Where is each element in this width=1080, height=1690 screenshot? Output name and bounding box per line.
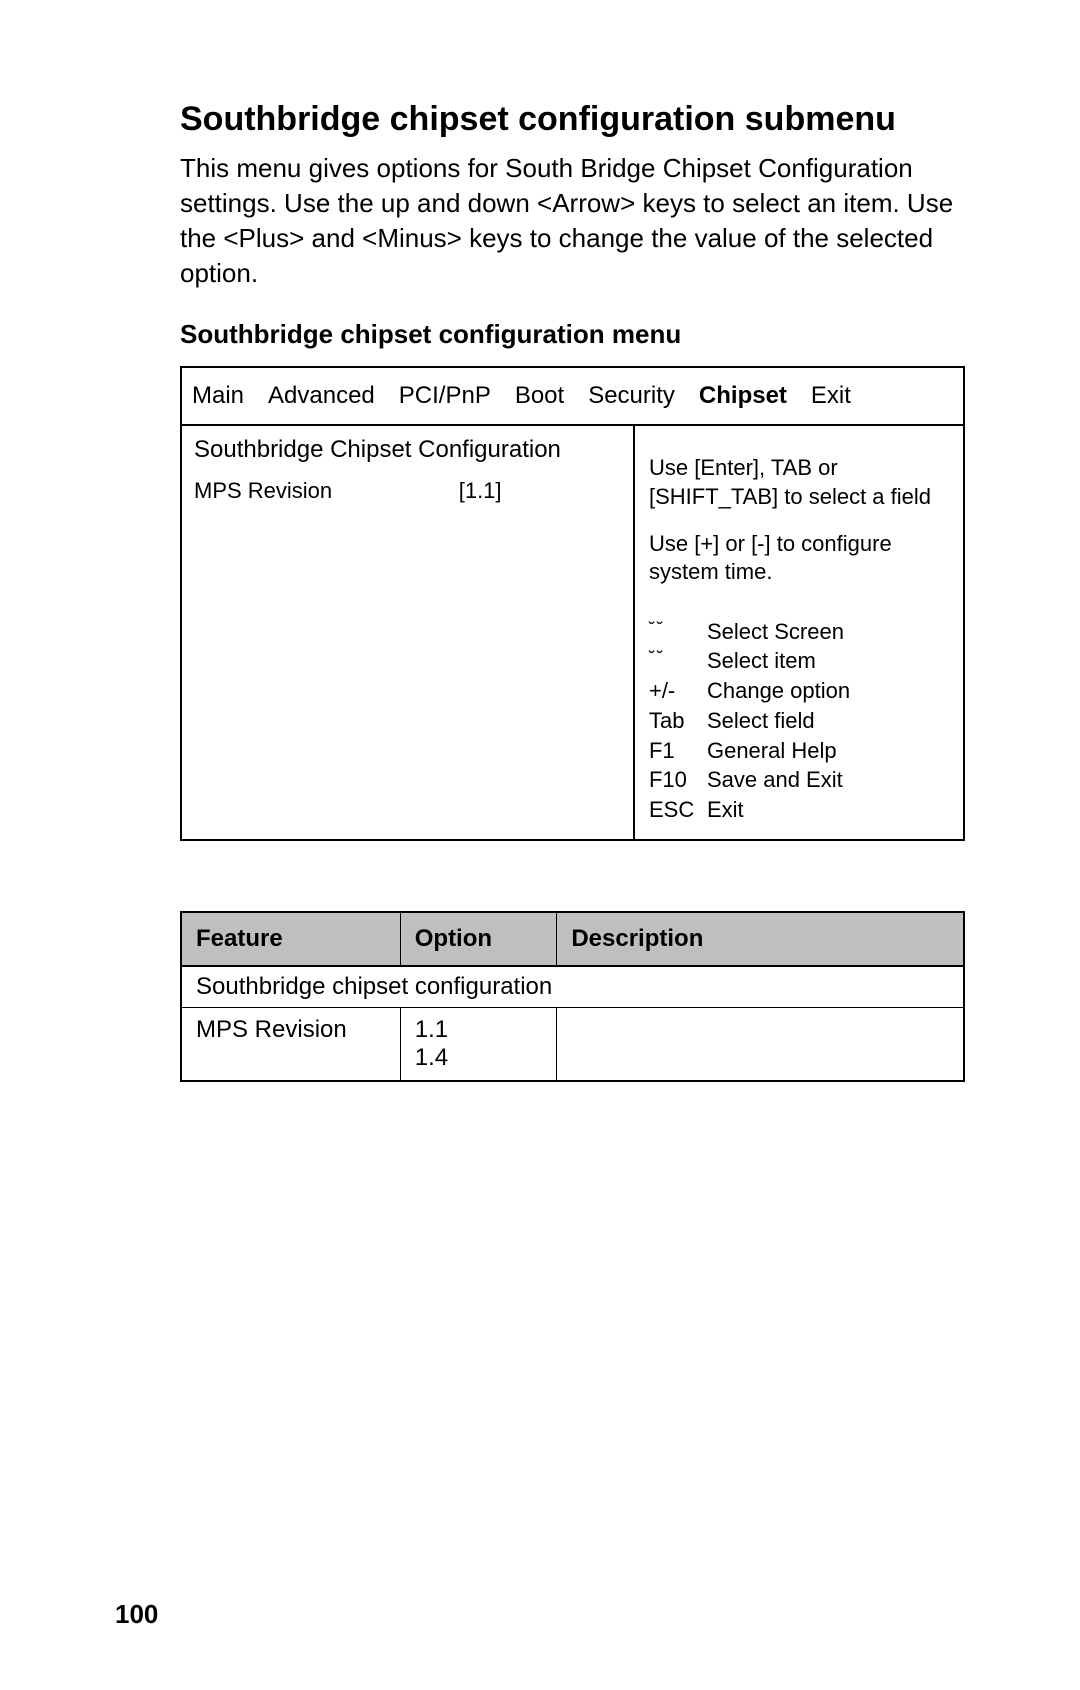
- bios-help-text-1: Use [Enter], TAB or [SHIFT_TAB] to selec…: [649, 454, 949, 511]
- table-group-row: Southbridge chipset configuration: [181, 966, 964, 1008]
- table-cell-description: [557, 1007, 964, 1081]
- section-heading: Southbridge chipset configuration submen…: [180, 100, 965, 139]
- bios-screenshot-box: Main Advanced PCI/PnP Boot Security Chip…: [180, 366, 965, 840]
- bios-left-panel: Southbridge Chipset Configuration MPS Re…: [182, 426, 635, 838]
- intro-paragraph: This menu gives options for South Bridge…: [180, 151, 965, 291]
- table-cell-option: 1.1 1.4: [400, 1007, 557, 1081]
- bios-key-help: ˘˘Select Screen ˘˘Select item +/-Change …: [649, 617, 949, 825]
- page-number: 100: [115, 1599, 158, 1630]
- table-header-feature: Feature: [181, 912, 400, 966]
- key-arrow-v-icon: ˘˘: [649, 646, 707, 676]
- key-plusminus: +/-: [649, 676, 707, 706]
- bios-setting-value: [1.1]: [459, 478, 621, 504]
- table-row: MPS Revision 1.1 1.4: [181, 1007, 964, 1081]
- key-desc: Change option: [707, 676, 949, 706]
- bios-tab-advanced[interactable]: Advanced: [268, 382, 375, 410]
- key-desc: Select item: [707, 646, 949, 676]
- table-cell-feature: MPS Revision: [181, 1007, 400, 1081]
- bios-help-text-2: Use [+] or [-] to configure system time.: [649, 530, 949, 587]
- bios-tab-row: Main Advanced PCI/PnP Boot Security Chip…: [182, 368, 963, 426]
- key-esc: ESC: [649, 795, 707, 825]
- key-desc: Exit: [707, 795, 949, 825]
- key-f10: F10: [649, 765, 707, 795]
- key-desc: Save and Exit: [707, 765, 949, 795]
- table-group-label: Southbridge chipset configuration: [181, 966, 964, 1008]
- bios-help-panel: Use [Enter], TAB or [SHIFT_TAB] to selec…: [635, 426, 963, 838]
- key-f1: F1: [649, 736, 707, 766]
- bios-setting-row[interactable]: MPS Revision [1.1]: [194, 478, 621, 504]
- bios-tab-main[interactable]: Main: [192, 382, 244, 410]
- bios-panel-title: Southbridge Chipset Configuration: [194, 436, 621, 464]
- key-arrow-h-icon: ˘˘: [649, 617, 707, 647]
- table-header-description: Description: [557, 912, 964, 966]
- bios-tab-exit[interactable]: Exit: [811, 382, 851, 410]
- bios-tab-chipset[interactable]: Chipset: [699, 382, 787, 410]
- key-desc: General Help: [707, 736, 949, 766]
- key-desc: Select Screen: [707, 617, 949, 647]
- table-header-option: Option: [400, 912, 557, 966]
- subheading: Southbridge chipset configuration menu: [180, 319, 965, 350]
- bios-tab-security[interactable]: Security: [588, 382, 675, 410]
- bios-setting-label: MPS Revision: [194, 478, 459, 504]
- feature-table: Feature Option Description Southbridge c…: [180, 911, 965, 1082]
- bios-tab-boot[interactable]: Boot: [515, 382, 564, 410]
- key-desc: Select field: [707, 706, 949, 736]
- bios-tab-pcipnp[interactable]: PCI/PnP: [399, 382, 491, 410]
- key-tab: Tab: [649, 706, 707, 736]
